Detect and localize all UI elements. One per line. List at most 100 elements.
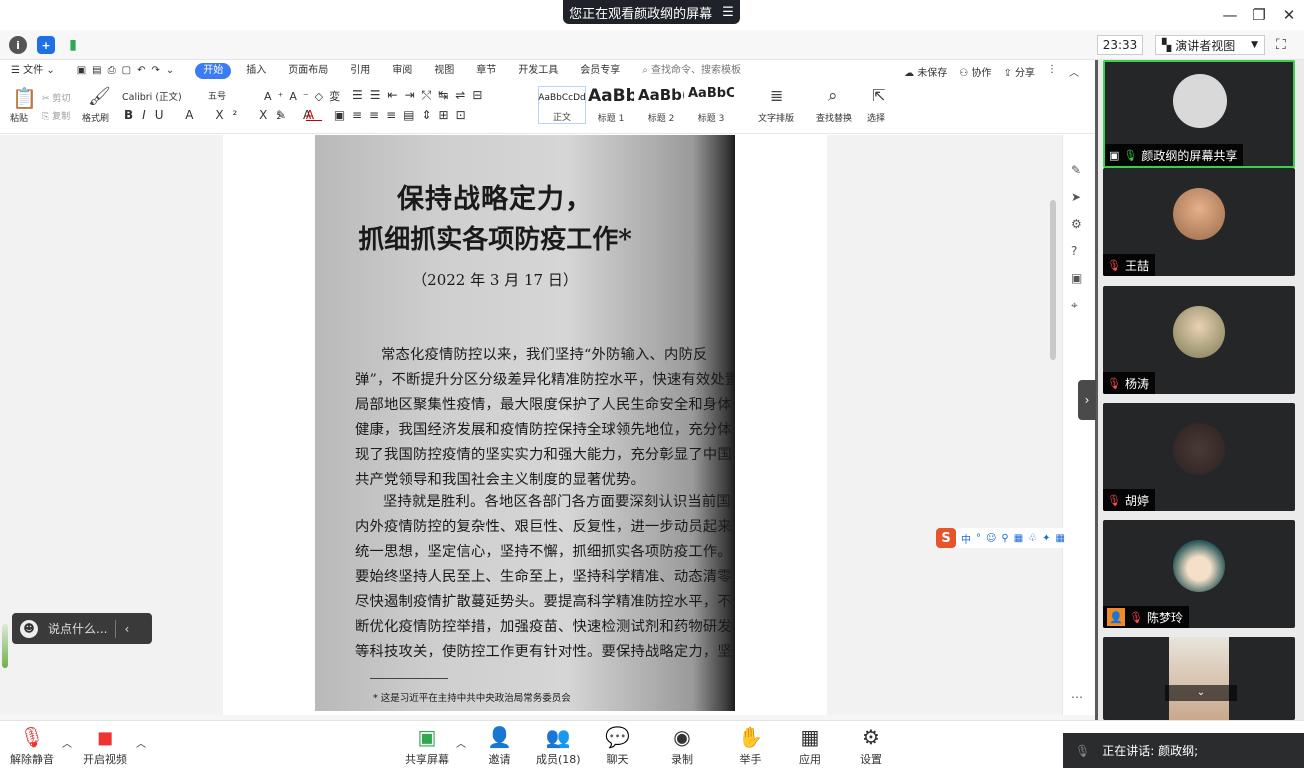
more-icon[interactable]: ⋮ [1047,64,1057,79]
font-tools-row1[interactable]: A⁺A⁻◇変 [264,88,346,104]
magnifier-icon[interactable]: ⌕ [828,86,838,106]
start-video-button[interactable]: ◼ 开启视频 [83,725,127,767]
mic-muted-icon: 🎙 [1107,493,1121,507]
style-heading-1[interactable]: AaBb 标题 1 [588,86,634,124]
invite-button[interactable]: 👤 邀请 [487,725,512,767]
sliders-icon[interactable]: ⚙ [1071,217,1082,231]
settings-button[interactable]: ⚙ 设置 [860,725,882,767]
chevron-down-icon[interactable]: ⌄ [1165,685,1237,701]
participant-tile[interactable]: ▣ 🎙 颜政纲的屏幕共享 [1103,60,1295,168]
apps-button[interactable]: ▦ 应用 [799,725,821,767]
copy-button[interactable]: ⎘ 复制 [42,109,70,122]
help-icon[interactable]: ? [1071,244,1077,258]
tab-insert[interactable]: 插入 [235,63,277,79]
format-painter-icon[interactable]: 🖌 [88,86,111,107]
document-scrollbar[interactable] [1050,200,1056,360]
tab-references[interactable]: 引用 [339,63,381,79]
cursor-arrow-icon[interactable]: ⇱ [872,86,885,105]
chevron-up-icon[interactable]: ︿ [136,735,146,750]
text-layout-icon[interactable]: ≣ [770,86,783,105]
participant-tile[interactable]: 👤 🎙 陈梦玲 [1103,520,1295,628]
chevron-up-icon[interactable]: ︿ [62,735,72,750]
chevron-left-icon[interactable]: ‹ [124,622,129,636]
style-heading-2[interactable]: AaBb( 标题 2 [638,86,684,124]
sogou-logo-icon[interactable]: S [936,528,956,548]
view-mode-button[interactable]: ▚ 演讲者视图 ▼ [1155,35,1265,55]
chevron-up-icon[interactable]: ︿ [1069,64,1079,79]
fullscreen-icon[interactable]: ⛶ [1276,37,1286,53]
pen-icon[interactable]: ✎ [1071,163,1081,177]
hand-icon: ✋ [738,725,763,749]
participant-tile[interactable]: ⌄ [1103,637,1295,720]
shield-icon[interactable]: + [37,36,55,54]
participant-name-tag: 🎙 杨涛 [1103,372,1155,394]
text-line: 现了我国防控疫情的坚实实力和强大能力，充分彰显了中国 [355,447,732,463]
paste-button[interactable]: 粘贴 [10,111,28,124]
unsaved-button[interactable]: ☁ 未保存 [904,64,947,79]
meeting-info-bar: i + ▮ 23:33 ▚ 演讲者视图 ▼ ⛶ [0,30,1304,60]
restore-button[interactable]: ❐ [1249,5,1269,25]
share-screen-icon: ▣ [417,725,437,749]
paragraph-tools-row2[interactable]: ≡≡≡▤⇕⊞⊡ [352,108,473,122]
find-replace-button[interactable]: 查找替换 [816,111,852,124]
format-painter-button[interactable]: 格式刷 [82,111,109,124]
collapse-panel-button[interactable]: › [1078,380,1096,420]
signal-icon[interactable]: ▮ [64,36,82,54]
close-button[interactable]: ✕ [1279,5,1299,25]
tab-view[interactable]: 视图 [423,63,465,79]
chat-icon: 💬 [605,725,630,749]
share-banner[interactable]: 您正在观看颜政纲的屏幕 ☰ [563,0,740,24]
image-icon[interactable]: ▣ [1071,271,1082,285]
emoji-icon[interactable]: ☻ [20,619,38,638]
cut-button[interactable]: ✂ 剪切 [42,91,70,104]
file-menu[interactable]: ☰ 文件 ⌄ [0,63,66,79]
font-name-select[interactable]: Calibri (正文) [122,89,204,103]
members-button[interactable]: 👥 成员(18) [536,725,581,767]
text-line: 弹”，不断提升分区分级差异化精准防控水平，快速有效处置 [355,372,735,388]
meeting-clock: 23:33 [1097,35,1143,55]
quick-chat-input[interactable]: ☻ 说点什么... ‹ [12,613,152,644]
participant-tile[interactable]: 🎙 胡婷 [1103,403,1295,511]
pointer-icon[interactable]: ➤ [1071,190,1081,204]
style-heading-3[interactable]: AaBbC 标题 3 [688,86,734,124]
avatar [1173,188,1225,240]
scanned-page-image: 保持战略定力， 抓细抓实各项防疫工作* （2022 年 3 月 17 日） 常态… [315,135,735,711]
gear-icon: ⚙ [862,725,880,749]
footnote-text: * 这是习近平在主持中共中央政治局常务委员会 [373,693,571,704]
record-button[interactable]: ◉ 录制 [671,725,693,767]
ime-mode[interactable]: 中 [961,531,971,546]
paragraph-tools-row1[interactable]: ☰☰⇤⇥⤲↹⇌⊟ [352,88,489,103]
tab-developer[interactable]: 开发工具 [507,63,569,79]
participant-tile[interactable]: 🎙 王喆 [1103,168,1295,276]
collab-button[interactable]: ⚇ 协作 [959,64,991,79]
ime-tools[interactable]: °☺⚲▦♧✦▦ [976,533,1070,544]
chevron-up-icon[interactable]: ︿ [456,735,466,750]
tab-review[interactable]: 审阅 [381,63,423,79]
participant-tile[interactable]: 🎙 杨涛 [1103,286,1295,394]
select-button[interactable]: 选择 [867,111,885,124]
chat-button[interactable]: 💬 聊天 [605,725,630,767]
share-button[interactable]: ⇪ 分享 [1003,64,1035,79]
avatar [1173,423,1225,475]
tab-home[interactable]: 开始 [195,63,232,79]
info-icon[interactable]: i [9,36,27,54]
share-screen-button[interactable]: ▣ 共享屏幕 [405,725,449,767]
raise-hand-button[interactable]: ✋ 举手 [738,725,763,767]
ime-toolbar[interactable]: S 中 °☺⚲▦♧✦▦ [936,528,1092,548]
tab-member[interactable]: 会员专享 [569,63,631,79]
paste-icon[interactable]: 📋 [12,86,37,110]
quick-access-icons[interactable]: ▣▤⎙▢↶↷⌄ [66,63,191,79]
location-icon[interactable]: ⌖ [1071,298,1078,313]
font-size-select[interactable]: 五号 [208,89,258,102]
more-horizontal-icon[interactable]: ⋯ [1071,690,1083,704]
text-layout-button[interactable]: 文字排版 [758,111,794,124]
raise-hand-label: 举手 [739,753,762,766]
tab-chapter[interactable]: 章节 [465,63,507,79]
minimize-button[interactable]: — [1220,5,1240,25]
style-normal[interactable]: AaBbCcDd 正文 [538,86,586,124]
command-search[interactable]: ⌕ 查找命令、搜索模板 [631,63,752,79]
unmute-button[interactable]: 🎙 解除静音 [10,725,54,767]
menu-icon[interactable]: ☰ [722,5,734,20]
font-color-tools[interactable]: ✎ A ▣ [276,108,353,122]
tab-page-layout[interactable]: 页面布局 [277,63,339,79]
